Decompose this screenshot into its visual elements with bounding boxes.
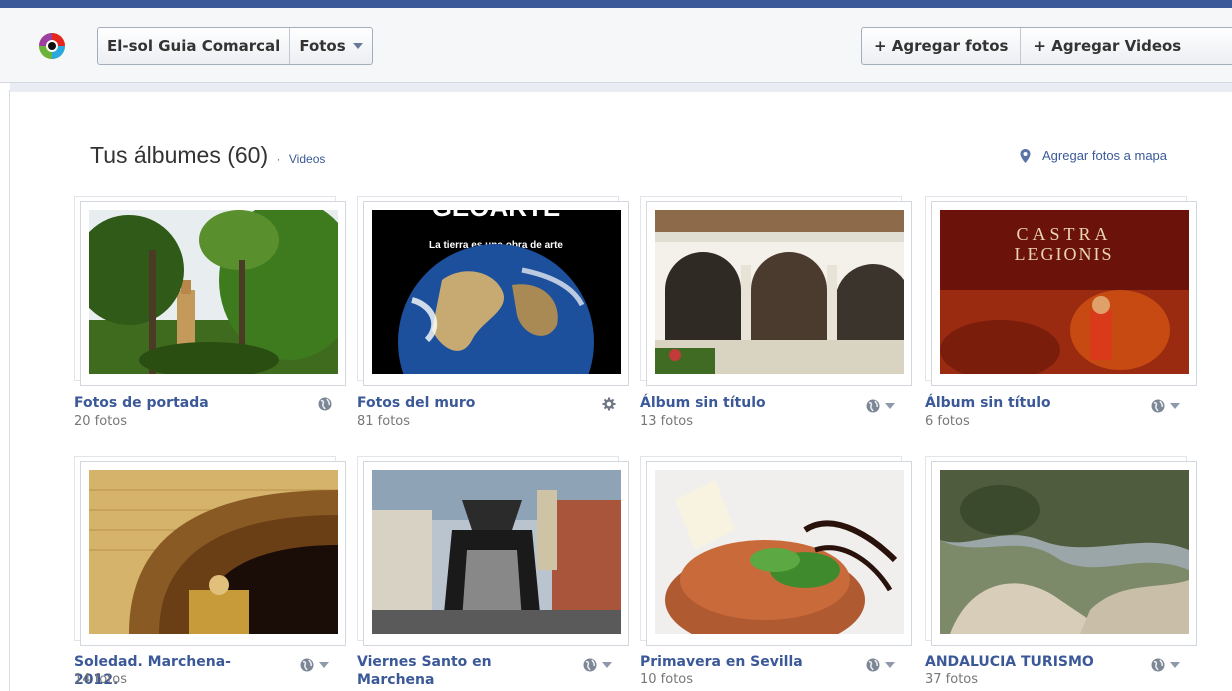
breadcrumb: El-sol Guia Comarcal Fotos [97, 27, 373, 65]
album-cover-image[interactable] [89, 470, 338, 634]
album-card[interactable]: Soledad. Marchena-2012. 14 fotos [74, 456, 346, 691]
album-cover-image[interactable] [372, 470, 621, 634]
album-photo-count: 81 fotos [357, 414, 411, 429]
title-separator: · [276, 152, 281, 166]
album-photo-count: 10 fotos [640, 672, 694, 687]
album-photo-count: 37 fotos [925, 672, 979, 687]
album-card[interactable]: ANDALUCIA TURISMO 37 fotos [925, 456, 1197, 691]
albums-heading: Tus álbumes (60) · Videos [90, 142, 325, 169]
album-cover-image[interactable]: CASTRA LEGIONIS [940, 210, 1189, 374]
privacy-selector[interactable] [318, 397, 332, 411]
album-title-link[interactable]: Fotos de portada [74, 394, 274, 412]
album-cover-image[interactable] [89, 210, 338, 374]
album-card[interactable]: CASTRA LEGIONIS Álbum sin título 6 fotos [925, 196, 1197, 436]
page-header: El-sol Guia Comarcal Fotos + Agregar fot… [0, 8, 1232, 83]
content-left-border [9, 90, 10, 691]
map-link-label: Agregar fotos a mapa [1042, 148, 1168, 163]
chevron-down-icon [885, 662, 895, 668]
header-divider [10, 83, 1232, 92]
album-title-link[interactable]: ANDALUCIA TURISMO [925, 653, 1125, 671]
album-card[interactable]: Álbum sin título 13 fotos [640, 196, 912, 436]
chevron-down-icon [352, 43, 363, 49]
album-title-link[interactable]: Primavera en Sevilla [640, 653, 840, 671]
chevron-down-icon [319, 662, 329, 668]
globe-icon [866, 399, 880, 413]
cover-subheadline: LEGIONIS [1015, 244, 1114, 264]
album-title-link[interactable]: Álbum sin título [925, 394, 1125, 412]
privacy-selector[interactable] [300, 658, 329, 672]
cover-headline: GEOARTE [432, 210, 561, 222]
header-actions: + Agregar fotos + Agregar Videos [861, 27, 1232, 65]
globe-icon [866, 658, 880, 672]
privacy-selector[interactable] [602, 397, 616, 411]
page-logo-icon[interactable] [37, 31, 67, 61]
album-cover-image[interactable]: GEOARTE La tierra es una obra de arte [372, 210, 621, 374]
cover-headline: CASTRA [1016, 224, 1111, 244]
breadcrumb-section-label: Fotos [299, 37, 346, 55]
album-title-link[interactable]: Álbum sin título [640, 394, 840, 412]
album-cover-image[interactable] [655, 210, 904, 374]
map-pin-icon [1020, 148, 1031, 163]
album-photo-count: 6 fotos [925, 414, 970, 429]
top-banner-strip [0, 0, 1232, 8]
albums-title: Tus álbumes (60) [90, 142, 269, 168]
globe-icon [583, 658, 597, 672]
privacy-selector[interactable] [866, 399, 895, 413]
add-videos-button[interactable]: + Agregar Videos [1020, 28, 1193, 64]
privacy-selector[interactable] [1151, 658, 1180, 672]
chevron-down-icon [885, 403, 895, 409]
album-title-link[interactable]: Fotos del muro [357, 394, 557, 412]
globe-icon [1151, 399, 1165, 413]
album-photo-count: 20 fotos [74, 414, 128, 429]
album-card[interactable]: Fotos de portada 20 fotos [74, 196, 346, 436]
chevron-down-icon [1170, 403, 1180, 409]
add-photos-to-map-link[interactable]: Agregar fotos a mapa [1020, 148, 1167, 163]
album-title-link[interactable]: Viernes Santo en Marchena [357, 653, 557, 689]
album-card[interactable]: Viernes Santo en Marchena [357, 456, 629, 691]
privacy-selector[interactable] [1151, 399, 1180, 413]
album-photo-count: 13 fotos [640, 414, 694, 429]
breadcrumb-page-link[interactable]: El-sol Guia Comarcal [98, 28, 289, 64]
globe-icon [1151, 658, 1165, 672]
globe-icon [318, 397, 332, 411]
chevron-down-icon [602, 662, 612, 668]
breadcrumb-page-label: El-sol Guia Comarcal [107, 37, 281, 55]
album-card[interactable]: Primavera en Sevilla 10 fotos [640, 456, 912, 691]
album-cover-image[interactable] [655, 470, 904, 634]
album-cover-image[interactable] [940, 470, 1189, 634]
videos-link[interactable]: Videos [289, 152, 325, 166]
album-card[interactable]: GEOARTE La tierra es una obra de arte Fo… [357, 196, 629, 436]
gear-icon [602, 397, 616, 411]
privacy-selector[interactable] [583, 658, 612, 672]
album-photo-count: 14 fotos [74, 672, 128, 687]
add-photos-button[interactable]: + Agregar fotos [862, 28, 1020, 64]
chevron-down-icon [1170, 662, 1180, 668]
breadcrumb-section-dropdown[interactable]: Fotos [289, 28, 371, 64]
privacy-selector[interactable] [866, 658, 895, 672]
globe-icon [300, 658, 314, 672]
